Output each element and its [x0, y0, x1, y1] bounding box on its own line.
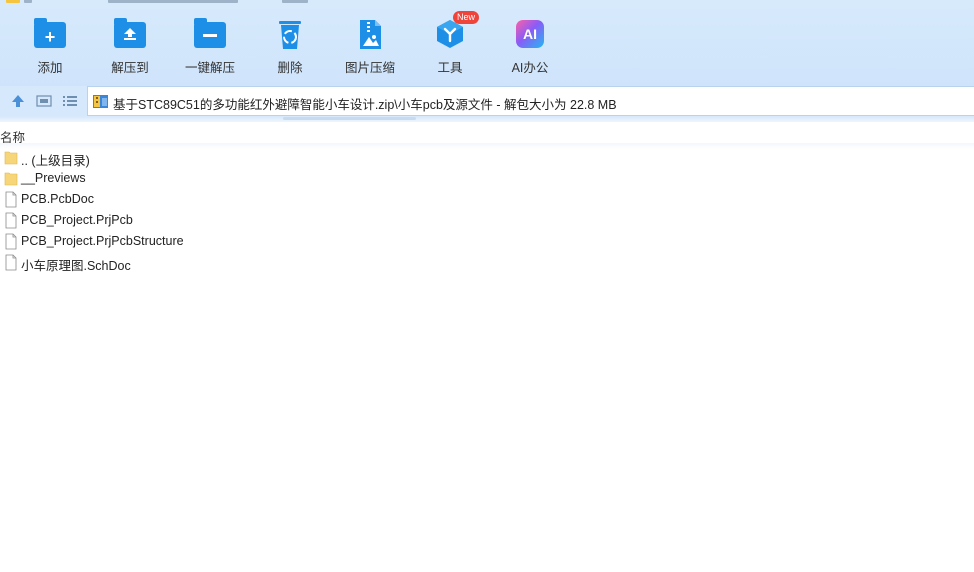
list-item-name: PCB.PcbDoc: [21, 192, 94, 206]
list-item-name: PCB_Project.PrjPcb: [21, 213, 133, 227]
list-item-file[interactable]: PCB.PcbDoc: [0, 189, 974, 210]
extract-to-button[interactable]: 解压到: [90, 18, 170, 76]
delete-label: 删除: [277, 61, 303, 75]
title-strip: [0, 0, 974, 4]
column-header-name[interactable]: 名称: [0, 125, 974, 145]
list-item-name: .. (上级目录): [21, 154, 90, 168]
extract-to-label: 解压到: [111, 61, 149, 75]
add-button[interactable]: + 添加: [10, 18, 90, 76]
add-label: 添加: [37, 61, 63, 75]
file-list: .. (上级目录) __Previews PCB.PcbDoc PCB_Proj…: [0, 147, 974, 273]
ai-office-label: AI办公: [511, 61, 549, 75]
zip-archive-icon: [93, 94, 108, 108]
tools-button[interactable]: 工具: [410, 18, 490, 76]
file-icon: [5, 233, 17, 250]
one-click-extract-label: 一键解压: [184, 61, 235, 75]
extract-to-icon: [114, 18, 146, 48]
address-path: 基于STC89C51的多功能红外避障智能小车设计.zip\小车pcb及源文件 -…: [113, 98, 617, 112]
tools-label: 工具: [437, 61, 463, 75]
toolbar: + 添加 解压到 一键解压 删除 图片压缩 工具 New AI AI办公: [0, 0, 974, 86]
list-item-name: PCB_Project.PrjPcbStructure: [21, 234, 184, 248]
list-item-parent-folder[interactable]: .. (上级目录): [0, 147, 974, 168]
new-badge: New: [453, 11, 480, 24]
file-icon: [5, 254, 17, 271]
list-item-file[interactable]: 小车原理图.SchDoc: [0, 252, 974, 273]
list-item-name: __Previews: [21, 171, 86, 185]
address-bar[interactable]: 基于STC89C51的多功能红外避障智能小车设计.zip\小车pcb及源文件 -…: [87, 86, 974, 116]
ai-glyph: AI: [523, 26, 537, 42]
list-view-icon[interactable]: [62, 93, 78, 109]
delete-button[interactable]: 删除: [250, 18, 330, 76]
one-click-extract-button[interactable]: 一键解压: [170, 18, 250, 76]
folder-icon: [4, 151, 18, 165]
ai-office-button[interactable]: AI AI办公: [490, 18, 570, 76]
list-item-file[interactable]: PCB_Project.PrjPcbStructure: [0, 231, 974, 252]
thumbnail-view-icon[interactable]: [36, 93, 52, 109]
folder-icon: [4, 172, 18, 186]
file-icon: [5, 191, 17, 208]
address-divider: [0, 116, 974, 122]
list-item-file[interactable]: PCB_Project.PrjPcb: [0, 210, 974, 231]
image-compress-button[interactable]: 图片压缩: [330, 18, 410, 76]
list-item-name: 小车原理图.SchDoc: [21, 259, 131, 273]
list-item-folder[interactable]: __Previews: [0, 168, 974, 189]
one-click-extract-icon: [194, 18, 226, 48]
recycle-bin-icon: [274, 18, 306, 50]
address-row: 基于STC89C51的多功能红外避障智能小车设计.zip\小车pcb及源文件 -…: [0, 86, 974, 116]
file-icon: [5, 212, 17, 229]
ai-office-icon: AI: [514, 18, 546, 50]
up-arrow-icon[interactable]: [10, 93, 26, 109]
image-compress-label: 图片压缩: [344, 61, 395, 75]
image-compress-icon: [354, 18, 386, 50]
add-folder-icon: +: [34, 18, 66, 48]
horizontal-scroll-hint: [283, 117, 416, 120]
